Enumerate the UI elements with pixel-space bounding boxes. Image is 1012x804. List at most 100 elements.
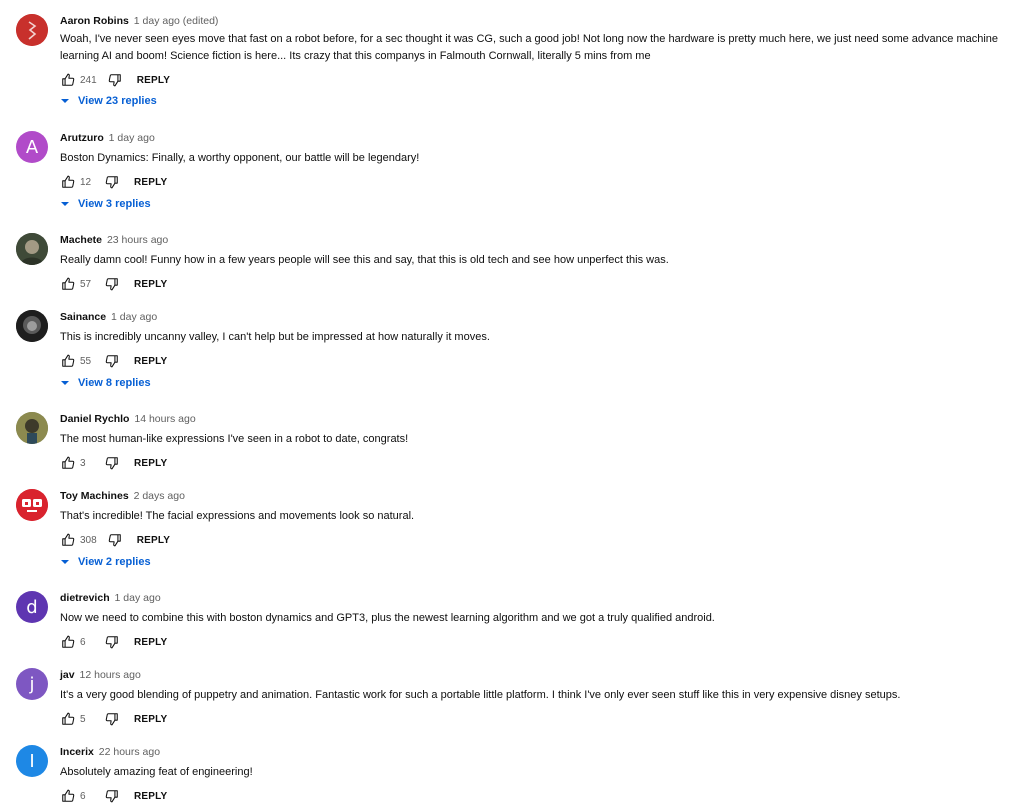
comment-author[interactable]: dietrevich — [60, 592, 110, 604]
comment-body: dietrevich 1 day ago Now we need to comb… — [60, 591, 1004, 650]
dislike-icon[interactable] — [104, 711, 120, 727]
reply-button[interactable]: REPLY — [137, 535, 170, 546]
view-replies-label: View 3 replies — [78, 198, 151, 210]
like-icon[interactable] — [60, 174, 76, 190]
like-icon[interactable] — [60, 532, 76, 548]
comment-text: Woah, I've never seen eyes move that fas… — [60, 33, 999, 62]
comment-author[interactable]: Arutzuro — [60, 132, 104, 144]
dislike-icon[interactable] — [104, 634, 120, 650]
avatar[interactable] — [16, 489, 48, 521]
comment-body: Sainance 1 day ago This is incredibly un… — [60, 310, 1004, 369]
comment-author[interactable]: Daniel Rychlo — [60, 413, 129, 425]
comment-time[interactable]: 23 hours ago — [107, 234, 168, 246]
comment-body: Machete 23 hours ago Really damn cool! F… — [60, 233, 1004, 292]
reply-button[interactable]: REPLY — [134, 356, 167, 367]
like-count: 241 — [80, 74, 97, 86]
comment-author[interactable]: jav — [60, 669, 75, 681]
dislike-icon[interactable] — [104, 174, 120, 190]
comment-time[interactable]: 1 day ago — [109, 132, 155, 144]
comment-actions: 12 REPLY — [60, 174, 1004, 190]
photo-avatar-icon — [16, 310, 48, 342]
comment-time[interactable]: 22 hours ago — [99, 746, 160, 758]
avatar[interactable] — [16, 310, 48, 342]
comment-author[interactable]: Toy Machines — [60, 490, 129, 502]
like-icon[interactable] — [60, 788, 76, 804]
chevron-down-icon — [60, 378, 70, 388]
comment-text: The most human-like expressions I've see… — [60, 433, 409, 445]
avatar[interactable]: I — [16, 745, 48, 777]
comment-author[interactable]: Sainance — [60, 311, 106, 323]
comment-time[interactable]: 14 hours ago — [134, 413, 195, 425]
view-replies-label: View 2 replies — [78, 556, 151, 568]
view-replies-button[interactable]: View 2 replies — [60, 556, 151, 568]
comment-actions: 57 REPLY — [60, 276, 1004, 292]
comment-body: Toy Machines 2 days ago That's incredibl… — [60, 489, 1004, 548]
comment-body: Incerix 22 hours ago Absolutely amazing … — [60, 745, 1004, 804]
dislike-icon[interactable] — [107, 532, 123, 548]
comment-time[interactable]: 1 day ago — [111, 311, 157, 323]
comment-text: Absolutely amazing feat of engineering! — [60, 766, 253, 778]
avatar-letter: d — [26, 596, 38, 618]
like-icon[interactable] — [60, 711, 76, 727]
avatar[interactable]: j — [16, 668, 48, 700]
like-icon[interactable] — [60, 353, 76, 369]
like-icon[interactable] — [60, 72, 76, 88]
avatar[interactable] — [16, 412, 48, 444]
comment-time[interactable]: 12 hours ago — [80, 669, 141, 681]
avatar[interactable] — [16, 233, 48, 265]
comment-time[interactable]: 1 day ago — [115, 592, 161, 604]
avatar-letter: A — [25, 136, 39, 158]
comment-text: Really damn cool! Funny how in a few yea… — [60, 254, 669, 266]
robot-face-icon — [16, 489, 48, 521]
like-count: 3 — [80, 457, 86, 469]
comment-author[interactable]: Aaron Robins — [60, 15, 129, 27]
like-count: 55 — [80, 355, 92, 367]
comment-body: Aaron Robins 1 day ago (edited) Woah, I'… — [60, 14, 1004, 88]
chevron-down-icon — [60, 199, 70, 209]
dislike-icon[interactable] — [104, 353, 120, 369]
view-replies-label: View 8 replies — [78, 377, 151, 389]
reply-button[interactable]: REPLY — [134, 177, 167, 188]
dislike-icon[interactable] — [104, 455, 120, 471]
like-count: 6 — [80, 636, 86, 648]
comment-text: Boston Dynamics: Finally, a worthy oppon… — [60, 152, 420, 164]
view-replies-button[interactable]: View 3 replies — [60, 198, 151, 210]
dislike-icon[interactable] — [107, 72, 123, 88]
comment-actions: 241 REPLY — [60, 72, 1004, 88]
comment-body: Daniel Rychlo 14 hours ago The most huma… — [60, 412, 1004, 471]
chevron-down-icon — [60, 96, 70, 106]
avatar-letter: I — [29, 750, 35, 772]
avatar-letter: j — [29, 673, 35, 695]
reply-button[interactable]: REPLY — [134, 279, 167, 290]
view-replies-button[interactable]: View 23 replies — [60, 95, 157, 107]
like-icon[interactable] — [60, 455, 76, 471]
comment-time[interactable]: 1 day ago (edited) — [134, 15, 219, 27]
reply-button[interactable]: REPLY — [134, 458, 167, 469]
reply-button[interactable]: REPLY — [134, 637, 167, 648]
comment-text: That's incredible! The facial expression… — [60, 510, 415, 522]
comment-actions: 6 REPLY — [60, 634, 1004, 650]
reply-button[interactable]: REPLY — [134, 791, 167, 802]
avatar[interactable]: d — [16, 591, 48, 623]
comment-actions: 5 REPLY — [60, 711, 1004, 727]
avatar[interactable]: A — [16, 131, 48, 163]
dislike-icon[interactable] — [104, 788, 120, 804]
red-emblem-icon — [16, 14, 48, 46]
photo-avatar-icon — [16, 233, 48, 265]
comment-actions: 308 REPLY — [60, 532, 1004, 548]
avatar[interactable] — [16, 14, 48, 46]
comment-time[interactable]: 2 days ago — [134, 490, 185, 502]
chevron-down-icon — [60, 557, 70, 567]
comment-author[interactable]: Machete — [60, 234, 102, 246]
comment-actions: 55 REPLY — [60, 353, 1004, 369]
dislike-icon[interactable] — [104, 276, 120, 292]
view-replies-button[interactable]: View 8 replies — [60, 377, 151, 389]
comment-text: This is incredibly uncanny valley, I can… — [60, 331, 490, 343]
like-count: 308 — [80, 534, 97, 546]
reply-button[interactable]: REPLY — [137, 75, 170, 86]
comment-author[interactable]: Incerix — [60, 746, 94, 758]
photo-avatar-icon — [16, 412, 48, 444]
like-icon[interactable] — [60, 634, 76, 650]
like-icon[interactable] — [60, 276, 76, 292]
reply-button[interactable]: REPLY — [134, 714, 167, 725]
